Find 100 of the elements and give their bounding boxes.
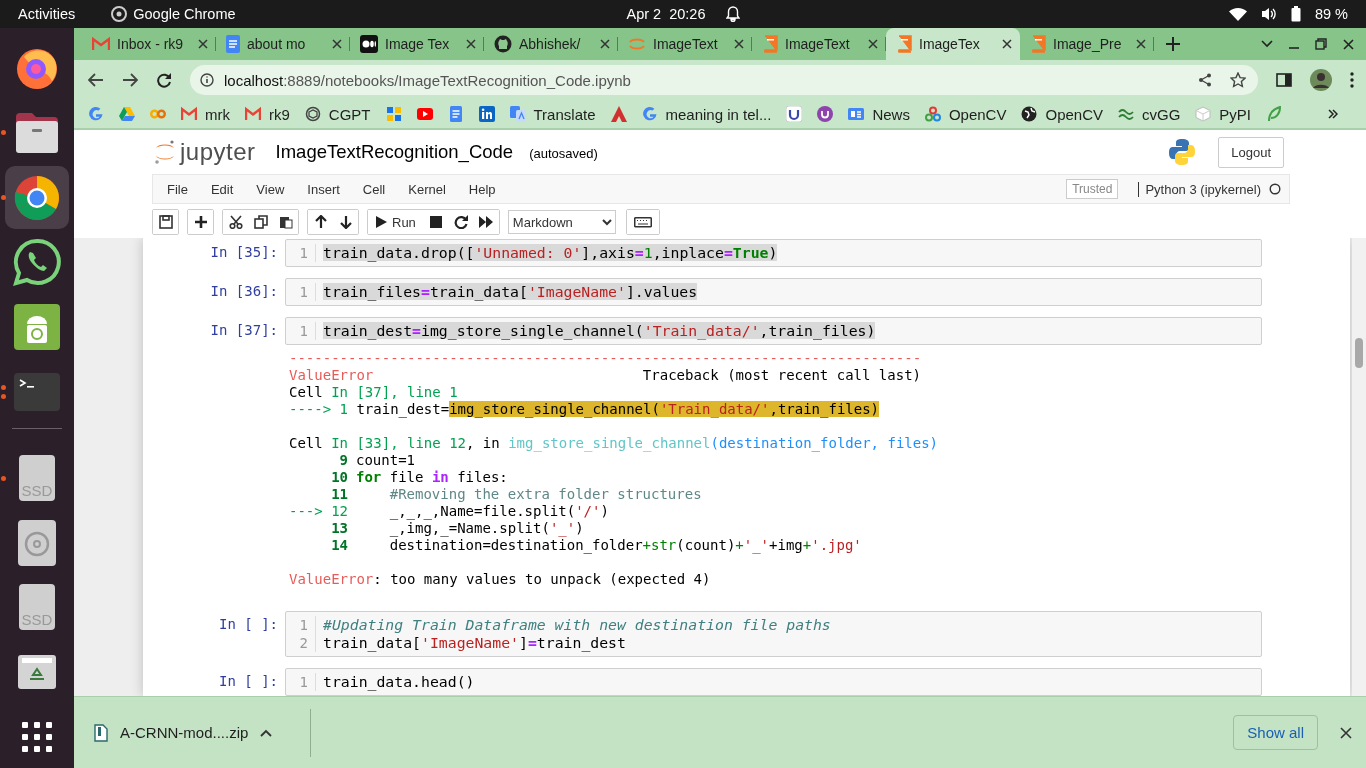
address-bar[interactable]: localhost:8889/notebooks/ImageTextRecognition_Code.ipynb xyxy=(190,65,1258,95)
android-icon[interactable] xyxy=(14,303,60,350)
peak-icon[interactable] xyxy=(610,106,627,122)
tiles-icon[interactable] xyxy=(385,106,402,122)
bookmark[interactable]: cvGG xyxy=(1118,105,1181,123)
show-all-button[interactable]: Show all xyxy=(1233,715,1318,750)
menu-icon[interactable] xyxy=(1350,72,1354,88)
code-input[interactable]: 1 train_files=train_data['ImageName'].values xyxy=(285,278,1262,306)
wifi-icon[interactable] xyxy=(1228,7,1247,21)
code-line: train_data.head() xyxy=(323,673,475,690)
close-icon[interactable] xyxy=(332,39,342,49)
source-line-number: 12 xyxy=(331,503,349,520)
battery-icon[interactable] xyxy=(1290,6,1301,22)
save-button[interactable] xyxy=(153,210,178,234)
kernel-name[interactable]: Python 3 (ipykernel) xyxy=(1138,181,1261,197)
bookmark[interactable]: meaning in tel... xyxy=(641,105,772,123)
bookmark[interactable]: PyPI xyxy=(1195,105,1252,123)
u-badge-icon[interactable] xyxy=(817,106,834,122)
folder-icon[interactable] xyxy=(14,110,60,155)
avatar[interactable] xyxy=(1310,69,1332,91)
python-logo-icon xyxy=(1168,138,1197,166)
bookmark[interactable]: News xyxy=(848,105,910,123)
code-input[interactable]: 1 train_data.drop(['Unnamed: 0'],axis=1,inplace=True) xyxy=(285,239,1262,267)
chrome-icon xyxy=(13,173,61,222)
close-icon[interactable] xyxy=(198,39,208,49)
logout-button[interactable]: Logout xyxy=(1218,136,1284,168)
code-input[interactable]: 1 train_data.head() xyxy=(285,668,1262,696)
close-icon[interactable] xyxy=(1340,726,1352,739)
in-logo-icon[interactable] xyxy=(478,106,495,122)
app-grid-icon[interactable] xyxy=(22,721,52,752)
close-icon[interactable] xyxy=(868,39,878,49)
info-icon[interactable] xyxy=(200,73,214,87)
restore-icon[interactable] xyxy=(1315,38,1327,50)
activities-button[interactable]: Activities xyxy=(18,6,76,22)
back-icon[interactable] xyxy=(88,73,104,87)
menu-item[interactable]: Cell xyxy=(352,181,399,197)
cat-icon xyxy=(494,35,512,53)
menu-item[interactable]: View xyxy=(246,181,298,197)
trusted-badge[interactable]: Trusted xyxy=(1066,179,1119,199)
mail-icon xyxy=(245,106,261,122)
play-icon[interactable] xyxy=(416,106,433,122)
bookmark[interactable]: rk9 xyxy=(245,105,290,123)
menu-item[interactable]: Help xyxy=(458,181,509,197)
u-logo-icon[interactable] xyxy=(786,106,803,122)
notebook-icon xyxy=(762,35,778,53)
close-icon[interactable] xyxy=(1002,39,1012,49)
browser-tab[interactable]: ImageText xyxy=(752,28,886,60)
star-icon[interactable] xyxy=(1230,72,1246,88)
chevron-up-icon[interactable] xyxy=(260,728,273,737)
reload-icon[interactable] xyxy=(156,72,172,88)
forward-icon[interactable] xyxy=(122,73,138,87)
menu-item[interactable]: Edit xyxy=(200,181,247,197)
side-panel-icon[interactable] xyxy=(1276,73,1292,87)
close-icon[interactable] xyxy=(734,39,744,49)
code-input[interactable]: 1 train_dest=img_store_single_channel('Train_data/',train_files) xyxy=(285,317,1262,345)
browser-tab[interactable]: Image_Pre xyxy=(1020,28,1154,60)
bookmark[interactable]: CGPT xyxy=(304,105,371,123)
chevron-down-icon[interactable] xyxy=(1261,40,1273,48)
download-filename[interactable]: A-CRNN-mod....zip xyxy=(120,724,249,741)
browser-tab[interactable]: ImageText xyxy=(618,28,752,60)
scrollbar-thumb[interactable] xyxy=(1355,338,1363,368)
menu-item[interactable]: Kernel xyxy=(398,181,459,197)
volume-icon[interactable] xyxy=(1260,7,1277,21)
source-line-number: 11 xyxy=(331,486,349,503)
terminal-icon[interactable] xyxy=(14,372,60,411)
notebook-title[interactable]: ImageTextRecognition_Code xyxy=(275,141,514,163)
jupyter-logo-text[interactable]: jupyter xyxy=(180,138,256,166)
mail-icon xyxy=(92,37,110,51)
browser-tab[interactable]: ImageTex xyxy=(886,28,1020,60)
browser-tab[interactable]: Abhishek/ xyxy=(484,28,618,60)
bookmark[interactable]: Translate xyxy=(509,105,596,123)
bookmark[interactable]: OpenCV xyxy=(1021,105,1103,123)
close-icon[interactable] xyxy=(600,39,610,49)
close-icon[interactable] xyxy=(466,39,476,49)
line-number: 1 xyxy=(286,616,316,634)
chat-bubble-icon[interactable] xyxy=(13,238,61,287)
g-logo-icon[interactable] xyxy=(88,106,104,122)
new-tab-icon[interactable] xyxy=(1166,37,1180,51)
keyboard-button[interactable] xyxy=(626,210,659,234)
document-icon[interactable] xyxy=(447,106,464,122)
close-icon[interactable] xyxy=(1343,38,1354,50)
triangle-icon[interactable] xyxy=(119,106,135,122)
browser-tab[interactable]: about mo xyxy=(216,28,350,60)
ring-icon xyxy=(628,35,646,53)
browser-tab[interactable]: Image Tex xyxy=(350,28,484,60)
share-icon[interactable] xyxy=(1198,73,1212,87)
cell-type-dropdown[interactable]: Markdown xyxy=(507,210,616,234)
close-icon[interactable] xyxy=(1136,39,1146,49)
line-number: 2 xyxy=(286,634,316,652)
menu-item[interactable]: Insert xyxy=(297,181,353,197)
code-input[interactable]: 1 2 #Updating Train Dataframe with new destination file paths train_data['ImageName']=train_dest xyxy=(285,611,1262,657)
clock[interactable]: Apr 2 20:26 xyxy=(626,6,706,22)
bookmark[interactable]: OpenCV xyxy=(924,105,1007,123)
add-button[interactable] xyxy=(188,210,213,234)
app-name[interactable]: Google Chrome xyxy=(133,6,236,22)
menu-item[interactable]: File xyxy=(157,181,201,197)
bookmark[interactable]: mrk xyxy=(181,105,230,123)
browser-tab[interactable]: Inbox - rk9 xyxy=(82,28,216,60)
run-all-icon xyxy=(479,215,494,229)
add-icon xyxy=(193,215,208,229)
